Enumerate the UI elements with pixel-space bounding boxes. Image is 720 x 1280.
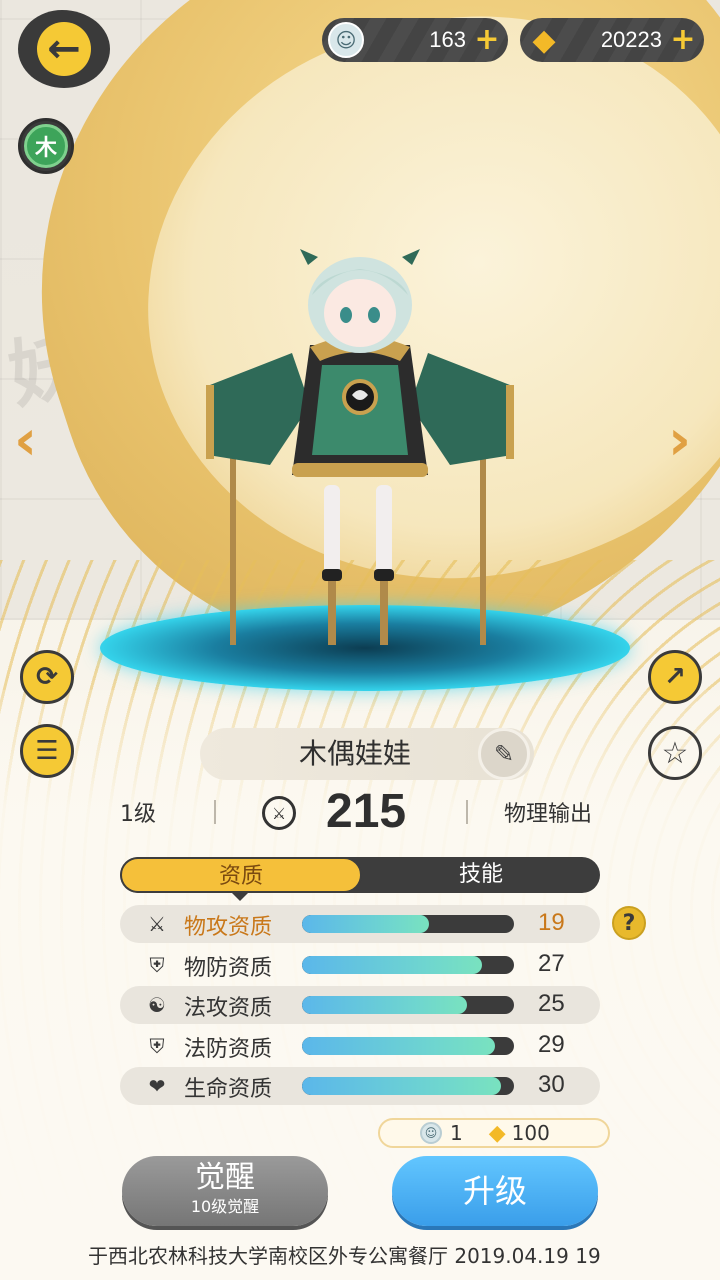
next-character-arrow[interactable]: › [668,408,691,473]
share-icon: ↗ [664,662,686,692]
character-type: 物理输出 [504,802,593,827]
currency-gold: ◆ 20223 + [520,18,704,62]
stat-value: 25 [538,990,565,1017]
stat-value: 19 [538,909,565,936]
awaken-label: 觉醒 [195,1160,255,1195]
element-badge-label: 木 [24,124,68,168]
combat-power-value: 215 [326,785,407,838]
back-arrow-icon: ← [37,22,91,76]
stat-bar [302,956,514,974]
add-doll-button[interactable]: + [472,25,502,55]
previous-character-arrow[interactable]: ‹ [14,408,37,473]
character-name: 木偶娃娃 [298,737,411,770]
list-icon: ☰ [35,736,59,766]
stat-value: 27 [538,950,565,977]
stat-bar [302,1037,514,1055]
stat-label: 生命资质 [184,1077,273,1102]
tab-skills[interactable]: 技能 [362,857,600,893]
doll-icon: ☺ [420,1122,442,1144]
doll-icon: ☺ [328,22,364,58]
gold-crystal-icon: ◆ [532,22,556,58]
stat-bar [302,915,514,933]
refresh-icon: ⟳ [36,662,58,692]
divider [214,800,216,824]
help-button[interactable]: ? [612,906,646,940]
star-icon: ☆ [661,735,689,771]
currency-doll-value: 163 [429,27,466,52]
watermark-text: 于西北农林科技大学南校区外专公寓餐厅 2019.04.19 19 [88,1244,601,1268]
heart-icon: ❤ [148,1074,166,1098]
stat-label: 物攻资质 [184,915,273,940]
awaken-requirement: 10级觉醒 [190,1197,260,1216]
stat-row-magic-defense: ⛨ 法防资质 29 [120,1027,600,1065]
stat-bar [302,1077,514,1095]
gold-crystal-icon: ◆ [488,1120,506,1146]
pencil-icon: ✎ [493,740,515,768]
upgrade-button[interactable]: 升级 [392,1156,598,1226]
cost-gold-value: 100 [511,1121,550,1145]
stat-value: 30 [538,1071,565,1098]
currency-doll: ☺ 163 + [322,18,508,62]
stat-bar-fill [302,1037,495,1055]
combat-power-icon: ⚔ [262,796,296,830]
tab-pointer [232,893,248,901]
character-level: 1级 [120,802,156,827]
location-watermark: 于西北农林科技大学南校区外专公寓餐厅 2019.04.19 19 [0,1240,720,1270]
stat-row-physical-defense: ⛨ 物防资质 27 [120,946,600,984]
currency-gold-value: 20223 [600,27,662,52]
upgrade-cost: ☺ 1 ◆ 100 [378,1118,610,1148]
stat-row-magic-attack: ☯ 法攻资质 25 [120,986,600,1024]
wood-element-badge[interactable]: 木 [18,118,74,174]
stat-row-physical-attack: ⚔ 物攻资质 19 [120,905,600,943]
character-model[interactable] [200,235,520,655]
back-button[interactable]: ← [18,10,110,88]
stat-bar-fill [302,956,483,974]
list-button[interactable]: ☰ [20,724,74,778]
awaken-button[interactable]: 觉醒 10级觉醒 [122,1156,328,1226]
magic-orb-icon: ☯ [148,993,166,1017]
stat-label: 物防资质 [184,956,273,981]
tab-aptitude[interactable]: 资质 [120,857,362,893]
divider [466,800,468,824]
detail-tabs: 资质 技能 [120,857,600,893]
stat-bar [302,996,514,1014]
add-gold-button[interactable]: + [668,25,698,55]
shield-icon: ⛨ [149,1034,165,1058]
favorite-button[interactable]: ☆ [648,726,702,780]
refresh-button[interactable]: ⟳ [20,650,74,704]
crossed-swords-icon: ⚔ [148,912,166,936]
stat-bar-fill [302,915,430,933]
cost-doll-value: 1 [450,1121,463,1145]
shield-icon: ⛨ [149,953,165,977]
share-button[interactable]: ↗ [648,650,702,704]
stat-value: 29 [538,1031,565,1058]
stat-bar-fill [302,1077,502,1095]
stat-row-health: ❤ 生命资质 30 [120,1067,600,1105]
stat-bar-fill [302,996,468,1014]
stat-label: 法防资质 [184,1037,273,1062]
question-icon: ? [622,910,636,936]
stat-label: 法攻资质 [184,996,273,1021]
rename-button[interactable]: ✎ [478,728,530,780]
